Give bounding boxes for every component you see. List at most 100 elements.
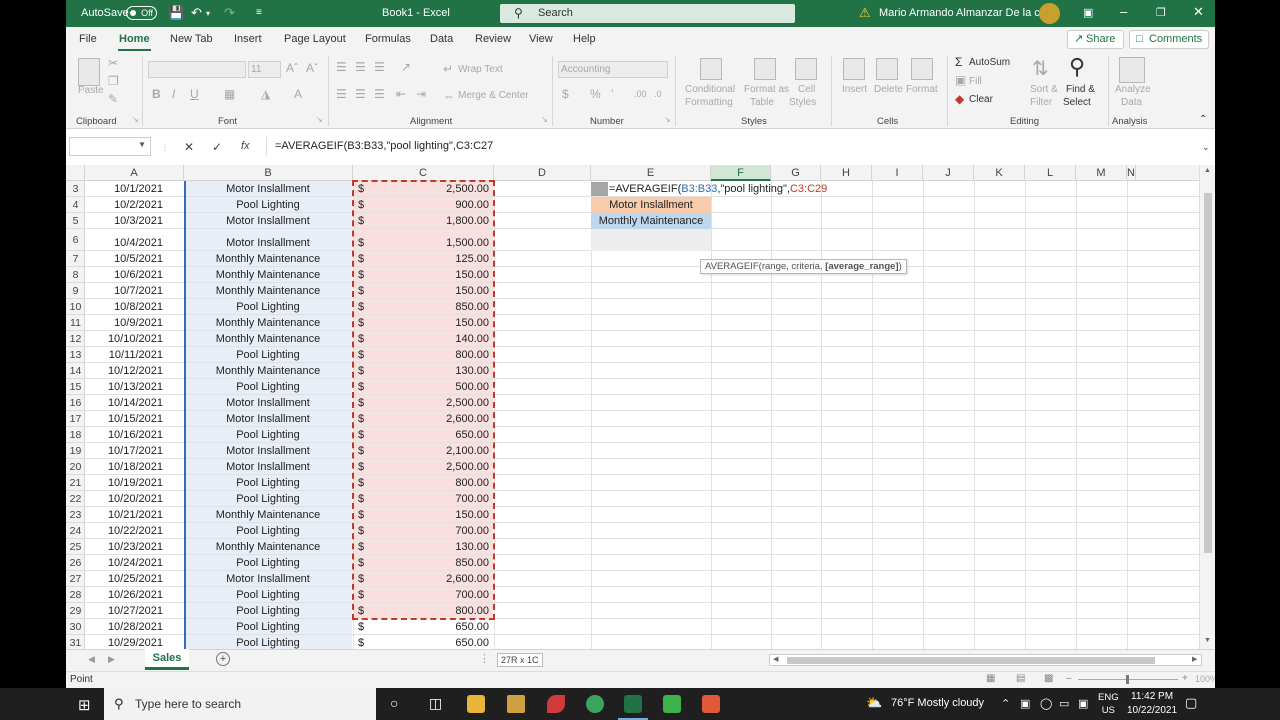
find-select-icon[interactable]: ⚲ bbox=[1069, 54, 1085, 80]
analyze-data-icon[interactable] bbox=[1119, 57, 1145, 83]
row-header[interactable]: 9 bbox=[66, 283, 85, 299]
clipboard-launcher-icon[interactable]: ↘ bbox=[132, 115, 139, 124]
prev-sheet-icon[interactable]: ◀ bbox=[88, 654, 95, 665]
vertical-scrollbar[interactable]: ▲ ▼ bbox=[1199, 165, 1215, 649]
zoom-out-icon[interactable]: – bbox=[1066, 673, 1072, 684]
collapse-ribbon-icon[interactable]: ⌃ bbox=[1199, 114, 1207, 125]
row-header[interactable]: 14 bbox=[66, 363, 85, 379]
notification-icon[interactable]: ▢ bbox=[1185, 695, 1197, 711]
column-header-c[interactable]: C bbox=[353, 165, 494, 181]
row-header[interactable]: 10 bbox=[66, 299, 85, 315]
store-icon[interactable] bbox=[507, 695, 525, 713]
percent-icon[interactable]: % bbox=[590, 87, 601, 101]
cell-amount[interactable]: 650.00 bbox=[353, 621, 489, 633]
tab-insert[interactable]: Insert bbox=[234, 33, 262, 45]
tab-help[interactable]: Help bbox=[573, 33, 596, 45]
cell-date[interactable]: 10/19/2021 bbox=[85, 477, 163, 489]
task-view-icon[interactable]: ◫ bbox=[429, 695, 442, 712]
cell-e5[interactable]: Monthly Maintenance bbox=[591, 213, 711, 229]
cell-date[interactable]: 10/11/2021 bbox=[85, 349, 163, 361]
cell-type[interactable]: Pool Lighting bbox=[184, 301, 352, 313]
cell-date[interactable]: 10/14/2021 bbox=[85, 397, 163, 409]
cell-date[interactable]: 10/1/2021 bbox=[85, 183, 163, 195]
comments-button[interactable]: □ Comments bbox=[1129, 30, 1209, 49]
conditional-formatting-label-2[interactable]: Formatting bbox=[685, 97, 733, 108]
row-header[interactable]: 19 bbox=[66, 443, 85, 459]
cell-date[interactable]: 10/9/2021 bbox=[85, 317, 163, 329]
wrap-text-icon[interactable]: ↵ bbox=[443, 62, 453, 76]
bottom-align-icon[interactable]: ☰ bbox=[374, 60, 385, 74]
clear-label[interactable]: Clear bbox=[969, 94, 993, 105]
row-header[interactable]: 13 bbox=[66, 347, 85, 363]
cell-type[interactable]: Pool Lighting bbox=[184, 637, 352, 649]
autosum-label[interactable]: AutoSum bbox=[969, 57, 1010, 68]
tray-app-icon[interactable]: ▣ bbox=[1020, 697, 1030, 710]
wrap-text-label[interactable]: Wrap Text bbox=[458, 64, 503, 75]
cell-date[interactable]: 10/27/2021 bbox=[85, 605, 163, 617]
sort-filter-label-2[interactable]: Filter bbox=[1030, 97, 1052, 108]
cell-date[interactable]: 10/22/2021 bbox=[85, 525, 163, 537]
sheet-tab-sales[interactable]: Sales bbox=[145, 649, 189, 670]
tab-data[interactable]: Data bbox=[430, 33, 453, 45]
excel-taskbar-icon[interactable] bbox=[624, 695, 642, 713]
column-header-n[interactable]: N bbox=[1127, 165, 1136, 181]
cell-type[interactable]: Pool Lighting bbox=[184, 589, 352, 601]
cell-date[interactable]: 10/25/2021 bbox=[85, 573, 163, 585]
row-header[interactable]: 28 bbox=[66, 587, 85, 603]
row-header[interactable]: 6 bbox=[66, 229, 85, 251]
scroll-up-icon[interactable]: ▲ bbox=[1204, 167, 1211, 174]
middle-align-icon[interactable]: ☰ bbox=[355, 60, 366, 74]
name-box-dropdown-icon[interactable]: ▼ bbox=[138, 140, 146, 149]
cut-icon[interactable]: ✂ bbox=[108, 56, 118, 70]
autosave-toggle[interactable]: Off bbox=[126, 6, 157, 20]
increase-decimal-icon[interactable]: .00 bbox=[634, 89, 647, 99]
tray-app2-icon[interactable]: ◯ bbox=[1040, 697, 1052, 710]
column-header-h[interactable]: H bbox=[821, 165, 872, 181]
cell-date[interactable]: 10/17/2021 bbox=[85, 445, 163, 457]
row-header[interactable]: 20 bbox=[66, 459, 85, 475]
cell-type[interactable]: Motor Inslallment bbox=[184, 461, 352, 473]
format-cells-label[interactable]: Format bbox=[906, 84, 938, 95]
page-layout-view-icon[interactable]: ▤ bbox=[1016, 673, 1025, 684]
cell-area[interactable]: 10/1/2021 Motor Inslallment $2,500.00 10/2/… bbox=[85, 180, 1199, 649]
column-header-l[interactable]: L bbox=[1025, 165, 1076, 181]
decrease-font-icon[interactable]: Aˇ bbox=[306, 61, 318, 75]
cell-type[interactable]: Pool Lighting bbox=[184, 199, 352, 211]
formula-bar-handle-icon[interactable]: ⋮ bbox=[161, 143, 169, 152]
active-cell-e3[interactable]: =AVERAGEIF(B3:B33,"pool lighting",C3:C29 bbox=[591, 181, 831, 197]
cell-type[interactable]: Monthly Maintenance bbox=[184, 285, 352, 297]
delete-cells-icon[interactable] bbox=[876, 58, 898, 80]
row-header[interactable]: 5 bbox=[66, 213, 85, 229]
tab-split-handle-icon[interactable]: ⋮ bbox=[479, 652, 490, 665]
horizontal-scrollbar[interactable]: ◀ ▶ bbox=[769, 654, 1202, 666]
fill-label[interactable]: Fill bbox=[969, 76, 982, 87]
bold-icon[interactable]: B bbox=[152, 87, 161, 101]
column-header-m[interactable]: M bbox=[1076, 165, 1127, 181]
cell-date[interactable]: 10/29/2021 bbox=[85, 637, 163, 649]
cell-type[interactable]: Monthly Maintenance bbox=[184, 253, 352, 265]
row-header[interactable]: 29 bbox=[66, 603, 85, 619]
number-format-box[interactable]: Accounting bbox=[558, 61, 668, 78]
row-header[interactable]: 25 bbox=[66, 539, 85, 555]
row-header[interactable]: 31 bbox=[66, 635, 85, 649]
insert-cells-icon[interactable] bbox=[843, 58, 865, 80]
row-header[interactable]: 26 bbox=[66, 555, 85, 571]
row-header[interactable]: 24 bbox=[66, 523, 85, 539]
clock[interactable]: 11:42 PM 10/22/2021 bbox=[1127, 690, 1177, 718]
alignment-launcher-icon[interactable]: ↘ bbox=[541, 115, 548, 124]
paste-label[interactable]: Paste bbox=[78, 85, 104, 96]
fill-color-icon[interactable]: ◮ bbox=[261, 87, 270, 101]
cell-date[interactable]: 10/26/2021 bbox=[85, 589, 163, 601]
increase-indent-icon[interactable]: ⇥ bbox=[416, 87, 426, 101]
format-as-table-label-2[interactable]: Table bbox=[750, 97, 774, 108]
battery-icon[interactable]: ▭ bbox=[1059, 697, 1069, 710]
merge-center-label[interactable]: Merge & Center bbox=[458, 90, 529, 101]
row-header[interactable]: 16 bbox=[66, 395, 85, 411]
save-icon[interactable]: 💾 bbox=[168, 5, 184, 21]
cell-date[interactable]: 10/13/2021 bbox=[85, 381, 163, 393]
worksheet-grid[interactable]: ABCDEFGHIJKLMN 3 4 5 6 7 8 9 10 11 12 13 14 15 16 17 18… bbox=[66, 165, 1215, 649]
orientation-icon[interactable]: ↗ bbox=[401, 60, 411, 74]
cell-date[interactable]: 10/8/2021 bbox=[85, 301, 163, 313]
merge-center-icon[interactable]: ⇔ bbox=[443, 89, 455, 103]
analyze-data-label-1[interactable]: Analyze bbox=[1115, 84, 1151, 95]
